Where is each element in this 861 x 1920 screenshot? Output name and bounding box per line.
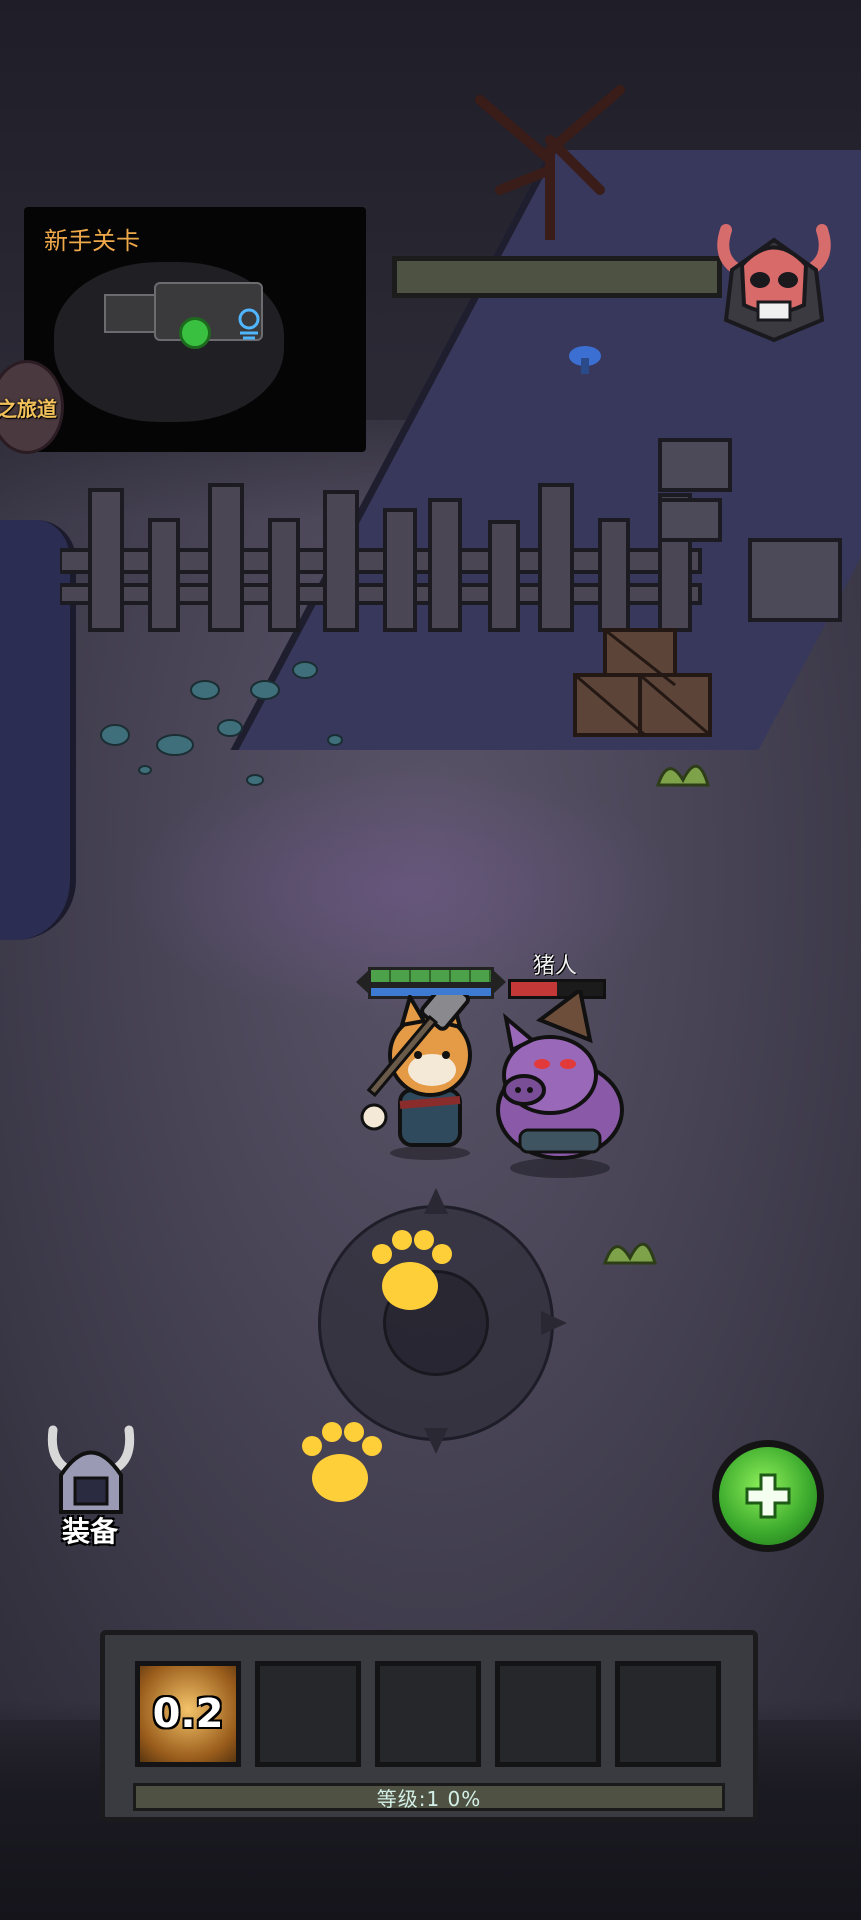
blue-pebbles bbox=[100, 661, 343, 786]
heal-button[interactable] bbox=[712, 1440, 824, 1552]
equip-label: 装备 bbox=[61, 1515, 118, 1548]
level-text: 等级:1 0% bbox=[376, 1786, 482, 1811]
dead-tree bbox=[475, 85, 625, 240]
skill-slot-4[interactable] bbox=[495, 1661, 601, 1767]
minimap[interactable]: 新手关卡 bbox=[24, 207, 366, 452]
level-progress-bar: 等级:1 0% bbox=[133, 1783, 725, 1811]
portal-icon bbox=[238, 308, 260, 340]
boar-enemy bbox=[496, 990, 624, 1178]
plant bbox=[602, 1242, 657, 1265]
arrow-down-icon bbox=[424, 1428, 448, 1454]
skill-slot-2[interactable] bbox=[255, 1661, 361, 1767]
hero-character bbox=[360, 995, 472, 1160]
enemy-name: 猪人 bbox=[532, 954, 577, 979]
skill-slot-1-value: 0.2 bbox=[152, 1691, 224, 1737]
arrow-up-icon bbox=[424, 1188, 448, 1214]
boss-hp-bar bbox=[392, 256, 722, 298]
horned-helmet-icon bbox=[47, 1425, 135, 1514]
skill-panel: 0.2 等级:1 0% bbox=[100, 1630, 758, 1822]
glowing-mushroom bbox=[569, 346, 601, 374]
green-cross-icon bbox=[745, 1473, 791, 1519]
side-badge-label: 之旅道 bbox=[0, 396, 57, 421]
player-position-dot bbox=[179, 317, 211, 349]
heal-button-face bbox=[719, 1447, 817, 1545]
plant bbox=[655, 764, 710, 787]
skill-slot-3[interactable] bbox=[375, 1661, 481, 1767]
wooden-fence bbox=[60, 483, 702, 632]
demon-skull-icon bbox=[717, 224, 831, 343]
player-hp-bar bbox=[368, 967, 494, 985]
paw-icon bbox=[372, 1230, 452, 1310]
wooden-crates bbox=[573, 628, 712, 737]
paw-icon bbox=[302, 1422, 382, 1502]
skill-slot-1[interactable]: 0.2 bbox=[135, 1661, 241, 1767]
minimap-title: 新手关卡 bbox=[44, 227, 140, 255]
equip-button[interactable]: 装备 bbox=[35, 1420, 145, 1550]
arrow-right-icon bbox=[541, 1311, 567, 1335]
skill-slot-5[interactable] bbox=[615, 1661, 721, 1767]
